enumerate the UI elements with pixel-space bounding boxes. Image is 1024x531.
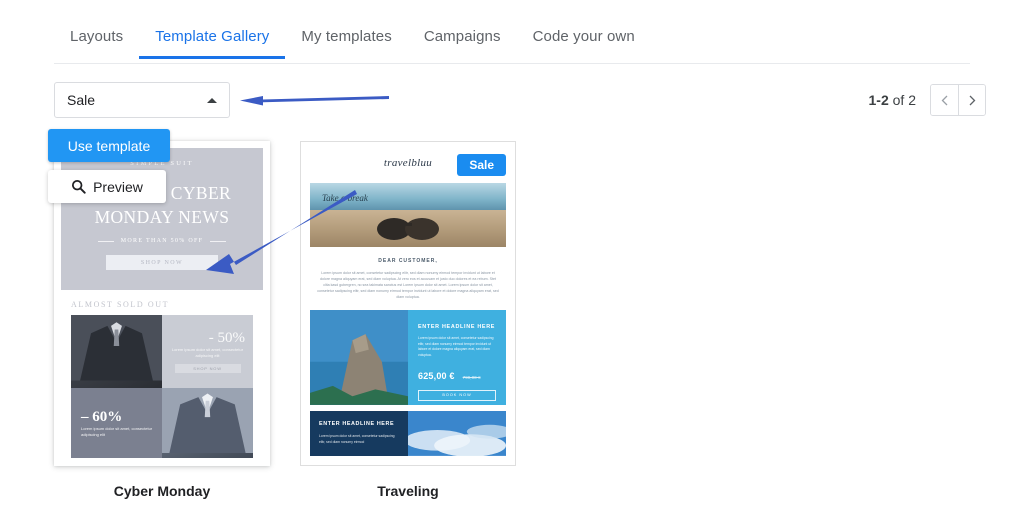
suit-silhouette-icon: [71, 315, 162, 381]
tv-section-2: ENTER HEADLINE HERE Lorem ipsum dolor si…: [310, 411, 506, 456]
tv-logo: travelbluu: [383, 156, 433, 169]
pagination-next-button[interactable]: [958, 85, 985, 115]
tv-price: 625,00 €: [418, 370, 455, 381]
tab-campaigns[interactable]: Campaigns: [408, 24, 517, 59]
cm-discount-1: - 50%: [208, 329, 245, 346]
cliff-illustration-icon: [310, 310, 408, 406]
cm-photo-suit-2: [162, 387, 253, 458]
main-tabs: Layouts Template Gallery My templates Ca…: [54, 24, 970, 64]
pagination-total: of 2: [892, 92, 916, 108]
cm-tile-body-2: Lorem ipsum dolor sit amet, consectetur …: [81, 426, 153, 438]
cm-section-label: ALMOST SOLD OUT: [71, 300, 170, 309]
cm-photo-suit-1: [71, 315, 162, 388]
chevron-up-icon: [207, 97, 217, 103]
template-title-traveling: Traveling: [377, 483, 439, 499]
pagination-label: 1-2 of 2: [869, 92, 916, 108]
tab-template-gallery[interactable]: Template Gallery: [139, 24, 286, 59]
cm-subhead: MORE THAN 50% OFF: [98, 238, 227, 244]
tv-navy-panel: ENTER HEADLINE HERE Lorem ipsum dolor si…: [310, 411, 408, 456]
tv-photo-clouds: [408, 411, 506, 456]
cm-shop-now-button: SHOP NOW: [106, 255, 218, 270]
tv-hero-image: Take a break: [310, 183, 506, 248]
tv-section1-headline: ENTER HEADLINE HERE: [418, 324, 496, 331]
search-icon: [72, 179, 86, 194]
tv-section1-body: Lorem ipsum dolor sit amet, consetetur s…: [418, 336, 494, 358]
chevron-left-icon: [941, 95, 948, 105]
template-title-cyber-monday: Cyber Monday: [113, 483, 211, 499]
preview-button[interactable]: Preview: [48, 170, 166, 203]
tv-price-original: 799,00 €: [462, 374, 481, 380]
clouds-illustration-icon: [408, 411, 506, 456]
cm-tile-button-1: SHOP NOW: [174, 363, 241, 373]
template-hover-actions: Use template Preview: [48, 129, 170, 203]
cm-tile-body-1: Lorem ipsum dolor sit amet, consectetur …: [171, 346, 244, 358]
use-template-button[interactable]: Use template: [48, 129, 170, 162]
sunglasses-icon: [377, 218, 439, 241]
tv-header: travelbluu Sale: [301, 142, 515, 183]
template-card-traveling[interactable]: travelbluu Sale Take a break DEAR CUSTOM…: [300, 141, 516, 499]
tab-divider: [54, 63, 970, 64]
tab-code-your-own[interactable]: Code your own: [517, 24, 651, 59]
tv-sale-badge: Sale: [457, 154, 506, 176]
template-thumbnail-traveling[interactable]: travelbluu Sale Take a break DEAR CUSTOM…: [300, 141, 516, 466]
tv-body-text: Lorem ipsum dolor sit amet, consetetur s…: [317, 271, 499, 300]
cm-product-grid: - 50% Lorem ipsum dolor sit amet, consec…: [71, 315, 253, 458]
pagination-prev-button[interactable]: [931, 85, 958, 115]
chevron-right-icon: [969, 95, 975, 105]
cm-tile-discount-1: - 50% Lorem ipsum dolor sit amet, consec…: [162, 315, 253, 388]
category-dropdown[interactable]: Sale: [54, 82, 230, 118]
tv-hero-text: Take a break: [322, 193, 368, 204]
tv-book-now-button: BOOK NOW: [418, 389, 496, 401]
tv-section2-headline: ENTER HEADLINE HERE: [319, 421, 395, 428]
suit-silhouette-icon: [162, 387, 253, 454]
category-dropdown-value: Sale: [67, 92, 96, 108]
cm-headline-line2: MONDAY NEWS: [94, 207, 230, 227]
cm-discount-2: – 60%: [81, 409, 123, 426]
tv-section-1: ENTER HEADLINE HERE Lorem ipsum dolor si…: [310, 310, 506, 406]
pagination: 1-2 of 2: [869, 82, 986, 118]
cm-tile-discount-2: – 60% Lorem ipsum dolor sit amet, consec…: [71, 387, 162, 458]
tab-layouts[interactable]: Layouts: [54, 24, 139, 59]
tab-my-templates[interactable]: My templates: [285, 24, 407, 59]
tv-offer-panel: ENTER HEADLINE HERE Lorem ipsum dolor si…: [408, 310, 506, 406]
pagination-range: 1-2: [868, 92, 889, 108]
tv-photo-rock: [310, 310, 408, 406]
annotation-arrow-dropdown: [240, 96, 389, 106]
template-gallery-page: Layouts Template Gallery My templates Ca…: [0, 0, 1024, 531]
tv-section2-body: Lorem ipsum dolor sit amet, consetetur s…: [319, 434, 395, 444]
preview-button-label: Preview: [93, 178, 143, 195]
